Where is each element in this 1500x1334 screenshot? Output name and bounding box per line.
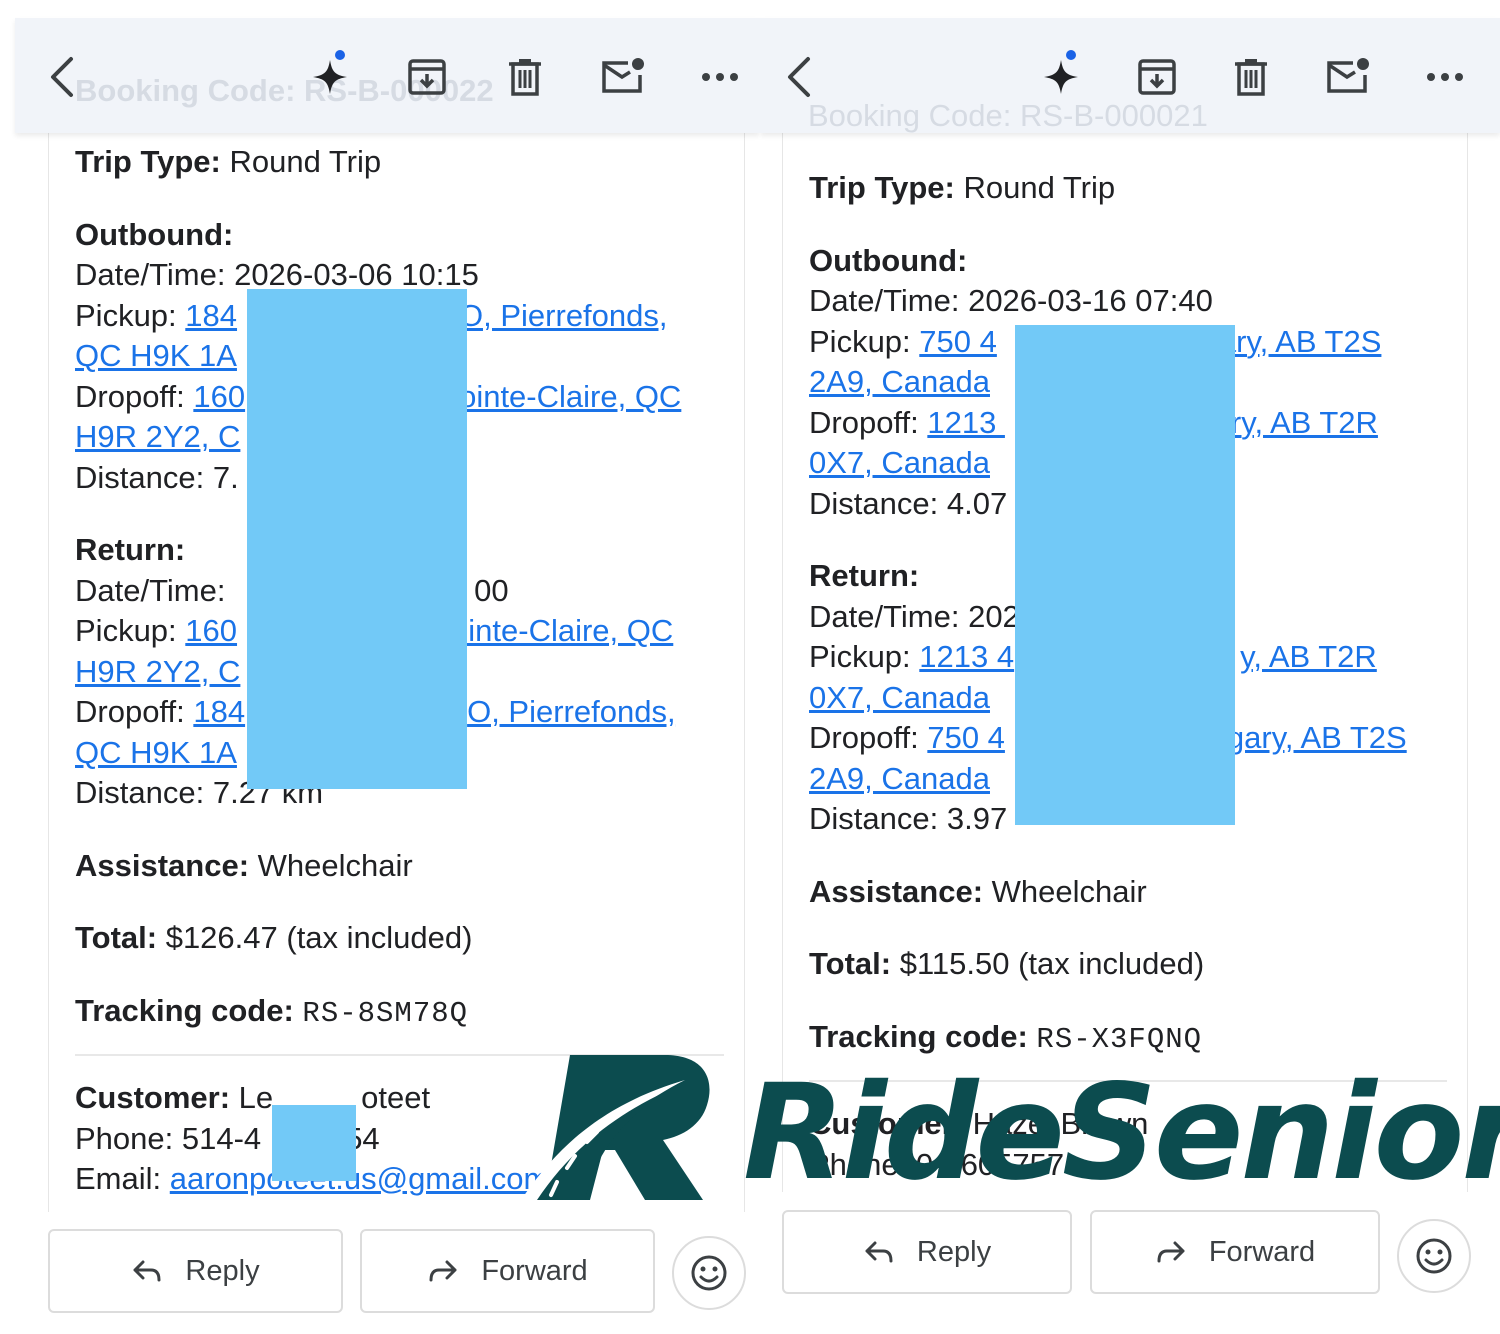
label-dropoff: Dropoff: <box>75 378 185 414</box>
phone-part1: 514-4 <box>181 1120 262 1156</box>
outbound-distance: 4.07 <box>946 485 1008 521</box>
label-datetime: Date/Time: <box>75 257 226 292</box>
label-trip-type: Trip Type: <box>809 170 955 205</box>
label-total: Total: <box>75 920 158 955</box>
trip-type-value: Round Trip <box>963 170 1116 205</box>
return-dropoff-link-line2[interactable]: QC H9K 1A <box>75 735 237 770</box>
forward-arrow-icon <box>429 1260 457 1282</box>
label-assistance: Assistance: <box>75 847 250 883</box>
bottom-action-bar: Reply Forward <box>0 1212 760 1334</box>
outbound-datetime: 2026-03-16 07:40 <box>968 283 1213 318</box>
more-icon[interactable] <box>695 52 745 102</box>
label-total: Total: <box>809 946 892 981</box>
label-trip-type: Trip Type: <box>75 144 221 179</box>
outbound-heading: Outbound: <box>809 242 968 278</box>
more-icon[interactable] <box>1420 52 1470 102</box>
redaction-box-customer <box>272 1105 356 1181</box>
return-distance: 3.97 <box>946 801 1008 836</box>
back-arrow-icon[interactable] <box>37 52 87 102</box>
emoji-reaction-button[interactable] <box>672 1236 746 1310</box>
delete-icon[interactable] <box>500 52 550 102</box>
back-arrow-icon[interactable] <box>774 52 824 102</box>
road-r-logo-icon <box>521 1055 710 1200</box>
label-pickup: Pickup: <box>809 639 911 674</box>
total-value: $126.47 (tax included) <box>165 920 473 955</box>
label-pickup: Pickup: <box>75 613 177 648</box>
trip-type-value: Round Trip <box>229 144 382 179</box>
label-distance: Distance: <box>809 485 939 521</box>
smiley-icon <box>1416 1238 1452 1274</box>
forward-button[interactable]: Forward <box>360 1229 655 1313</box>
total-value: $115.50 (tax included) <box>899 946 1205 981</box>
label-dropoff: Dropoff: <box>809 720 919 755</box>
label-dropoff: Dropoff: <box>75 694 185 729</box>
label-email: Email: <box>75 1161 162 1196</box>
outbound-dropoff-link-line2[interactable]: H9R 2Y2, C <box>75 419 240 454</box>
reply-label: Reply <box>916 1235 992 1268</box>
label-distance: Distance: <box>75 775 205 810</box>
delete-icon[interactable] <box>1226 52 1276 102</box>
customer-email-link[interactable]: aaronpoteet.us@gmail.com <box>170 1161 550 1196</box>
ridesenior-logo: RideSenior <box>515 1050 1500 1210</box>
outbound-heading: Outbound: <box>75 216 234 252</box>
label-pickup: Pickup: <box>75 297 177 333</box>
archive-icon[interactable] <box>1132 52 1182 102</box>
return-datetime-part1: 202 <box>968 598 1020 634</box>
return-pickup-link-line2[interactable]: 0X7, Canada <box>809 680 990 715</box>
forward-button[interactable]: Forward <box>1090 1210 1380 1294</box>
outbound-datetime: 2026-03-06 10:15 <box>234 257 479 292</box>
emoji-reaction-button[interactable] <box>1397 1219 1471 1293</box>
logo-wordmark: RideSenior <box>743 1056 1500 1210</box>
email-toolbar: Booking Code: RS-B-000021 <box>760 18 1500 133</box>
label-dropoff: Dropoff: <box>809 404 919 440</box>
customer-name-part2: oteet <box>361 1080 431 1115</box>
mark-unread-icon[interactable] <box>1322 52 1372 102</box>
reply-arrow-icon <box>865 1241 893 1263</box>
smiley-icon <box>691 1255 727 1291</box>
forward-arrow-icon <box>1157 1241 1185 1263</box>
customer-name-part1: Le <box>238 1080 274 1115</box>
outbound-pickup-link-line2[interactable]: QC H9K 1A <box>75 338 237 373</box>
label-pickup: Pickup: <box>809 323 911 359</box>
reply-arrow-icon <box>133 1260 161 1282</box>
return-dropoff-link-line2[interactable]: 2A9, Canada <box>809 761 990 796</box>
forward-label: Forward <box>481 1254 588 1287</box>
assistance-value: Wheelchair <box>991 873 1147 909</box>
redaction-box-address <box>1015 325 1235 825</box>
label-datetime: Date/Time: <box>809 283 960 318</box>
gemini-sparkle-icon[interactable] <box>305 50 355 102</box>
label-customer: Customer: <box>75 1080 231 1115</box>
booking-code-header: Booking Code: RS-B-000021 <box>808 98 1208 133</box>
archive-icon[interactable] <box>402 52 452 102</box>
return-pickup-link-line2[interactable]: H9R 2Y2, C <box>75 654 240 689</box>
label-distance: Distance: <box>809 801 939 836</box>
reply-label: Reply <box>185 1254 260 1287</box>
assistance-value: Wheelchair <box>257 847 413 883</box>
label-tracking: Tracking code: <box>75 992 294 1028</box>
outbound-distance: 7. <box>212 459 239 495</box>
mark-unread-icon[interactable] <box>597 52 647 102</box>
tracking-code-value: RS-8SM78Q <box>302 996 469 1030</box>
reply-button[interactable]: Reply <box>48 1229 343 1313</box>
label-tracking: Tracking code: <box>809 1018 1028 1054</box>
label-datetime: Date/Time: <box>75 572 226 608</box>
label-phone: Phone: <box>75 1120 174 1156</box>
forward-label: Forward <box>1208 1235 1316 1268</box>
gemini-sparkle-icon[interactable] <box>1036 50 1086 102</box>
outbound-dropoff-link-line2[interactable]: 0X7, Canada <box>809 445 990 480</box>
reply-button[interactable]: Reply <box>782 1210 1072 1294</box>
outbound-pickup-link-line2[interactable]: 2A9, Canada <box>809 364 990 399</box>
return-datetime-part2: 00 <box>474 572 509 608</box>
email-toolbar: Booking Code: RS-B-000022 <box>15 18 760 133</box>
label-datetime: Date/Time: <box>809 598 960 634</box>
bottom-action-bar: Reply Forward <box>760 1192 1500 1334</box>
label-assistance: Assistance: <box>809 873 984 909</box>
label-distance: Distance: <box>75 459 205 495</box>
redaction-box-address <box>247 289 467 789</box>
